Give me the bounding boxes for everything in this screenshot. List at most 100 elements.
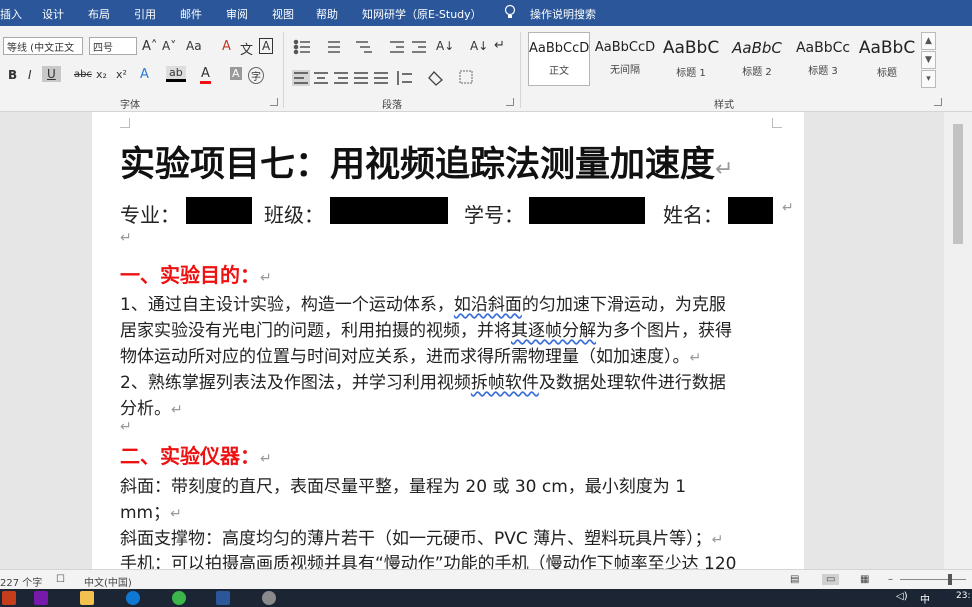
font-name-box[interactable]: 等线 (中文正文 [3,37,83,55]
text-line[interactable]: 分析。↵ [120,394,183,419]
vertical-scrollbar[interactable] [944,112,972,569]
sort-button[interactable]: A↓ [470,39,488,53]
zoom-slider[interactable] [900,579,966,580]
styles-scroll-down-icon[interactable]: ▼ [921,51,936,69]
web-layout-icon[interactable]: ▦ [860,574,869,585]
field-class-label: 班级： [264,203,324,227]
powerpoint-icon[interactable] [2,591,16,605]
decrease-indent-icon [390,41,404,53]
text-line[interactable]: 物体运动所对应的位置与时间对应关系，进而求得所需物理量（如加速度）。↵ [120,342,701,367]
tab-mailings[interactable]: 邮件 [180,6,202,22]
field-major-label: 专业： [120,203,180,227]
ribbon: 等线 (中文正文 四号 A˄ A˅ Aa A 文 A B I U abc x₂ … [0,26,972,112]
underline-button[interactable]: U [42,66,61,82]
tab-insert[interactable]: 插入 [0,6,22,22]
print-layout-icon[interactable]: ▭ [822,574,840,585]
char-border-button[interactable]: A [259,38,274,54]
margin-corner [120,118,130,128]
style-heading-3[interactable]: AaBbCc 标题 3 [792,32,854,86]
text-line[interactable]: mm；↵ [120,498,182,523]
style-normal[interactable]: AaBbCcD 正文 [528,32,590,86]
char-shading-button[interactable]: A [230,67,242,80]
proofing-icon[interactable]: ☐ [56,574,65,585]
text-effects-button[interactable]: A [140,67,149,82]
text-line[interactable]: 手机：可以拍摄高画质视频并具有“慢动作”功能的手机（慢动作下帧率至少达 120 [120,549,736,569]
edge-icon[interactable] [126,591,140,605]
tab-layout[interactable]: 布局 [88,6,110,22]
strikethrough-button[interactable]: abc [74,69,92,80]
section-heading-purpose[interactable]: 一、实验目的：↵ [120,259,272,288]
asian-layout-button[interactable]: A↓ [436,39,454,53]
style-no-spacing[interactable]: AaBbCcD 无间隔 [594,32,656,86]
section-heading-instruments[interactable]: 二、实验仪器：↵ [120,440,272,469]
scrollbar-thumb[interactable] [953,124,963,244]
italic-button[interactable]: I [28,68,32,82]
tab-view[interactable]: 视图 [272,6,294,22]
highlight-button[interactable]: ab [166,66,186,82]
language-indicator[interactable]: 中文(中国) [84,574,132,589]
font-group-label: 字体 [120,100,140,111]
volume-icon[interactable]: ◁) [896,591,908,602]
increase-indent-icon [412,41,426,53]
redacted-id [529,197,645,224]
styles-more-icon[interactable]: ▾ [921,70,936,88]
app-icon[interactable] [262,591,276,605]
paragraph-group-label: 段落 [382,100,402,111]
tab-references[interactable]: 引用 [134,6,156,22]
shrink-font-button[interactable]: A˅ [162,39,176,53]
file-explorer-icon[interactable] [80,591,94,605]
ime-indicator[interactable]: 中 [920,591,930,606]
word-icon[interactable] [216,591,230,605]
font-size-box[interactable]: 四号 [89,37,137,55]
align-left-icon [292,70,310,86]
shading-bucket-icon [428,71,443,86]
style-title[interactable]: AaBbC 标题 [856,32,918,86]
tab-review[interactable]: 审阅 [226,6,248,22]
enclose-char-button[interactable]: 字 [248,67,264,84]
phonetic-guide-button[interactable]: 文 [240,39,253,58]
tab-help[interactable]: 帮助 [316,6,338,22]
clear-format-button[interactable]: A [222,39,231,54]
text-line[interactable]: 2、熟练掌握列表法及作图法，并学习利用视频拆帧软件及数据处理软件进行数据 [120,368,726,393]
clock[interactable]: 23: [956,591,970,601]
style-heading-1[interactable]: AaBbC 标题 1 [660,32,722,86]
tell-me-search[interactable]: 操作说明搜索 [530,6,596,22]
font-color-button[interactable]: A [200,66,211,84]
bold-button[interactable]: B [8,68,17,82]
zoom-slider-handle[interactable] [948,574,952,585]
paragraph-mark: ↵ [782,200,794,216]
paragraph-launcher-icon[interactable] [506,98,514,106]
font-launcher-icon[interactable] [270,98,278,106]
bullets-icon [293,39,310,55]
text-line[interactable]: 斜面：带刻度的直尺，表面尽量平整，量程为 20 或 30 cm，最小刻度为 1 [120,472,686,497]
superscript-button[interactable]: x² [116,68,127,81]
tab-design[interactable]: 设计 [42,6,64,22]
subscript-button[interactable]: x₂ [96,68,107,81]
taskbar: ◁) 中 23: [0,589,972,607]
styles-scroll-up-icon[interactable]: ▲ [921,32,936,50]
multilevel-icon [356,41,372,53]
styles-launcher-icon[interactable] [934,98,942,106]
show-marks-button[interactable]: ↵ [494,38,505,53]
redacted-class [330,197,448,224]
field-id-label: 学号： [464,203,524,227]
text-line[interactable]: 居家实验没有光电门的问题，利用拍摄的视频，并将其逐帧分解为多个图片，获得 [120,316,732,341]
document-title[interactable]: 实验项目七：用视频追踪法测量加速度↵ [120,136,733,187]
divider [520,32,521,108]
browser-icon[interactable] [172,591,186,605]
divider [283,32,284,108]
redacted-name [728,197,773,224]
style-heading-2[interactable]: AaBbC 标题 2 [726,32,788,86]
change-case-button[interactable]: Aa [186,39,202,53]
borders-icon [459,70,473,84]
onenote-icon[interactable] [34,591,48,605]
zoom-out-icon[interactable]: – [888,574,893,585]
tab-cnki[interactable]: 知网研学（原E-Study） [362,6,482,22]
distributed-icon [374,72,388,84]
grow-font-button[interactable]: A˄ [142,39,157,54]
text-line[interactable]: 斜面支撑物：高度均匀的薄片若干（如一元硬币、PVC 薄片、塑料玩具片等）；↵ [120,524,723,549]
read-mode-icon[interactable]: ▤ [790,574,799,585]
align-center-icon [314,72,328,84]
text-line[interactable]: 1、通过自主设计实验，构造一个运动体系，如沿斜面的匀加速下滑运动，为克服 [120,290,726,315]
word-count[interactable]: 227 个字 [0,574,42,589]
